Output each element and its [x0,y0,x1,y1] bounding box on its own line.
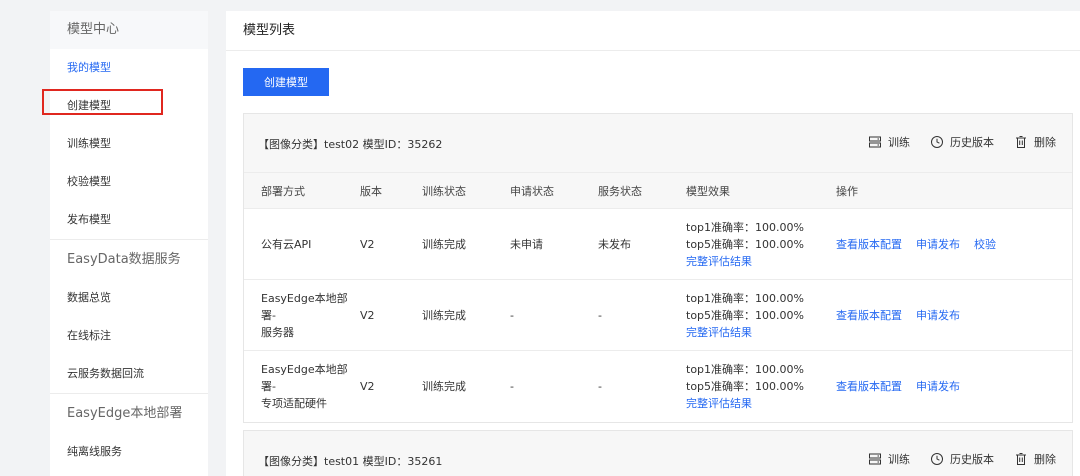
history-label: 历史版本 [950,136,994,149]
delete-action[interactable]: 删除 [1014,451,1056,467]
apply-publish-link[interactable]: 申请发布 [916,380,960,393]
deploy-line2: 专项适配硬件 [261,396,327,410]
delete-label: 删除 [1034,136,1056,149]
deploy-line1: EasyEdge本地部署- [261,291,348,322]
create-model-button[interactable]: 创建模型 [243,68,329,96]
version-cell: V2 [360,350,422,422]
deploy-cell: 公有云API [244,208,360,280]
model-title: 【图像分类】test02 模型ID：35262 [258,138,443,151]
full-eval-link[interactable]: 完整评估结果 [686,324,836,341]
version-table: 部署方式 版本 训练状态 申请状态 服务状态 模型效果 操作 公有云API V2… [244,172,1072,422]
server-icon [869,453,881,465]
effect-cell: top1准确率：100.00% top5准确率：100.00% 完整评估结果 [686,350,836,422]
model-actions: 训练 历史版本 删除 [868,134,1056,150]
top5-accuracy: top5准确率：100.00% [686,308,804,322]
sidebar-item-verify-model[interactable]: 校验模型 [50,163,208,201]
train-status-cell: 训练完成 [422,350,510,422]
clock-icon [931,136,943,148]
col-service-status: 服务状态 [598,172,686,209]
apply-status-cell: - [510,350,598,422]
col-effect: 模型效果 [686,172,836,209]
deploy-cell: EasyEdge本地部署- 专项适配硬件 [244,350,360,422]
table-row: EasyEdge本地部署- 服务器 V2 训练完成 - - top1准确率：10… [244,279,1072,351]
view-config-link[interactable]: 查看版本配置 [836,309,902,322]
service-status-cell: - [598,350,686,422]
col-ops: 操作 [836,172,1072,209]
apply-status-cell: - [510,279,598,351]
col-deploy: 部署方式 [244,172,360,209]
sidebar-item-online-labeling[interactable]: 在线标注 [50,317,208,355]
model-card: 【图像分类】test01 模型ID：35261 训练 历史版本 删除 [243,430,1073,476]
sidebar: 模型中心 我的模型 创建模型 训练模型 校验模型 发布模型 EasyData数据… [42,11,208,476]
train-action[interactable]: 训练 [868,451,910,467]
table-row: EasyEdge本地部署- 专项适配硬件 V2 训练完成 - - top1准确率… [244,350,1072,422]
version-cell: V2 [360,279,422,351]
deploy-line1: EasyEdge本地部署- [261,362,348,393]
delete-label: 删除 [1034,453,1056,466]
top1-accuracy: top1准确率：100.00% [686,220,804,234]
train-status-cell: 训练完成 [422,208,510,280]
sidebar-item-data-overview[interactable]: 数据总览 [50,279,208,317]
effect-cell: top1准确率：100.00% top5准确率：100.00% 完整评估结果 [686,208,836,280]
train-action[interactable]: 训练 [868,134,910,150]
deploy-line2: 服务器 [261,325,294,339]
delete-action[interactable]: 删除 [1014,134,1056,150]
top5-accuracy: top5准确率：100.00% [686,379,804,393]
model-card-header: 【图像分类】test02 模型ID：35262 训练 历史版本 删除 [244,114,1072,172]
sidebar-group-easydata: EasyData数据服务 [50,239,208,279]
sidebar-item-create-model[interactable]: 创建模型 [42,87,208,125]
ops-cell: 查看版本配置 申请发布 [836,350,1072,422]
view-config-link[interactable]: 查看版本配置 [836,380,902,393]
ops-cell: 查看版本配置 申请发布 [836,279,1072,351]
service-status-cell: 未发布 [598,208,686,280]
top5-accuracy: top5准确率：100.00% [686,237,804,251]
train-label: 训练 [888,136,910,149]
model-actions: 训练 历史版本 删除 [868,451,1056,467]
table-row: 公有云API V2 训练完成 未申请 未发布 top1准确率：100.00% t… [244,208,1072,280]
table-header-row: 部署方式 版本 训练状态 申请状态 服务状态 模型效果 操作 [244,172,1072,209]
full-eval-link[interactable]: 完整评估结果 [686,395,836,412]
apply-publish-link[interactable]: 申请发布 [916,309,960,322]
model-card-header: 【图像分类】test01 模型ID：35261 训练 历史版本 删除 [244,431,1072,476]
trash-icon [1016,136,1026,148]
history-label: 历史版本 [950,453,994,466]
server-icon [869,136,881,148]
clock-icon [931,453,943,465]
sidebar-item-publish-model[interactable]: 发布模型 [50,201,208,239]
train-label: 训练 [888,453,910,466]
top1-accuracy: top1准确率：100.00% [686,291,804,305]
effect-cell: top1准确率：100.00% top5准确率：100.00% 完整评估结果 [686,279,836,351]
model-title: 【图像分类】test01 模型ID：35261 [258,455,443,468]
sidebar-group-easyedge: EasyEdge本地部署 [50,393,208,433]
trash-icon [1016,453,1026,465]
sidebar-item-offline-service[interactable]: 纯离线服务 [50,433,208,471]
ops-cell: 查看版本配置 申请发布 校验 [836,208,1072,280]
apply-status-cell: 未申请 [510,208,598,280]
verify-link[interactable]: 校验 [974,238,996,251]
highlight-box [42,89,163,115]
col-apply-status: 申请状态 [510,172,598,209]
view-config-link[interactable]: 查看版本配置 [836,238,902,251]
history-action[interactable]: 历史版本 [930,134,994,150]
train-status-cell: 训练完成 [422,279,510,351]
sidebar-item-my-models[interactable]: 我的模型 [50,49,208,87]
sidebar-item-train-model[interactable]: 训练模型 [50,125,208,163]
sidebar-item-cloud-data-return[interactable]: 云服务数据回流 [50,355,208,393]
col-train-status: 训练状态 [422,172,510,209]
main-panel: 模型列表 创建模型 【图像分类】test02 模型ID：35262 训练 历史版… [226,11,1080,476]
full-eval-link[interactable]: 完整评估结果 [686,253,836,270]
model-card: 【图像分类】test02 模型ID：35262 训练 历史版本 删除 部署方式 … [243,113,1073,423]
history-action[interactable]: 历史版本 [930,451,994,467]
col-version: 版本 [360,172,422,209]
deploy-cell: EasyEdge本地部署- 服务器 [244,279,360,351]
service-status-cell: - [598,279,686,351]
page-title: 模型列表 [226,11,1080,51]
version-cell: V2 [360,208,422,280]
apply-publish-link[interactable]: 申请发布 [916,238,960,251]
deploy-line1: 公有云API [261,237,312,251]
top1-accuracy: top1准确率：100.00% [686,362,804,376]
sidebar-heading: 模型中心 [50,11,208,49]
